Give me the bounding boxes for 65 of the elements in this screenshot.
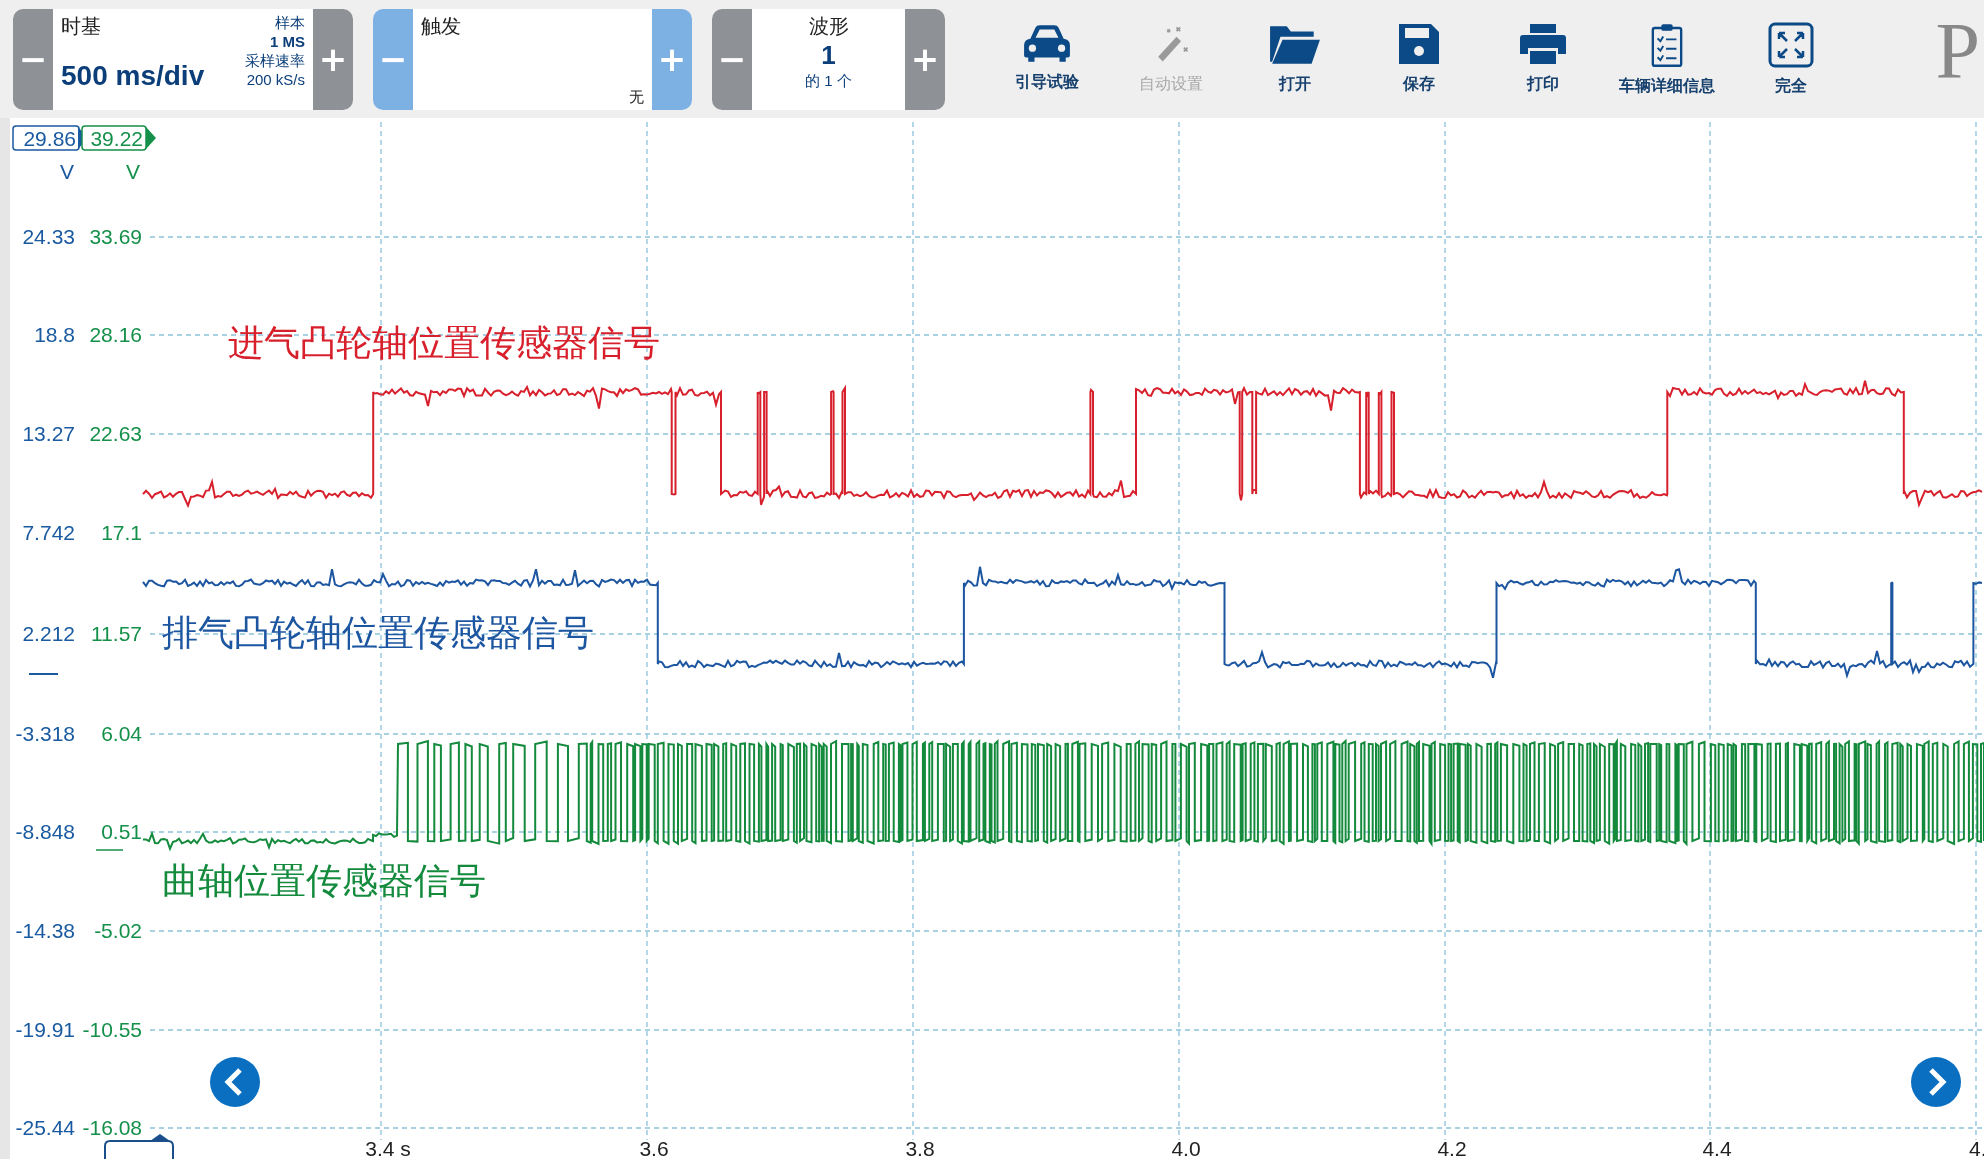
waveform-number: 1: [821, 39, 836, 71]
increase-button[interactable]: +: [313, 8, 353, 110]
axis-tick-label: 13.27: [22, 422, 75, 445]
toolbar-button[interactable]: 打印: [1481, 21, 1605, 97]
axis-tick-label: 17.1: [101, 521, 142, 544]
axis-tick-label: -5.02: [94, 919, 142, 942]
left-arrow-button[interactable]: [210, 1057, 260, 1107]
toolbar-button[interactable]: 保存: [1357, 21, 1481, 97]
time-tick-label: 4.0: [1171, 1137, 1201, 1159]
axis-tick-label: -25.44: [15, 1116, 75, 1139]
axis-tick-label: 24.33: [22, 225, 75, 248]
time-tick-label: 4.: [1969, 1137, 1984, 1159]
axis-tick-label: 11.57: [91, 622, 142, 645]
decrease-button[interactable]: −: [373, 8, 413, 110]
rate-value: 200 kS/s: [246, 69, 305, 89]
checklist-icon: [1650, 21, 1684, 68]
axis-tick-label: -14.38: [15, 919, 75, 942]
trace-label: 进气凸轮轴位置传感器信号: [228, 322, 660, 363]
toolbar-button[interactable]: 打开: [1233, 21, 1357, 97]
trace-label: 曲轴位置传感器信号: [162, 860, 486, 901]
axis-tick-label: 28.16: [89, 323, 142, 346]
time-tick-label: 4.2: [1437, 1137, 1467, 1159]
axis-tick-label: 0.51: [101, 820, 142, 843]
axis-unit: V: [126, 160, 140, 183]
axis-tick-label: 33.69: [89, 225, 142, 248]
axis-tick-label: -19.91: [15, 1018, 75, 1041]
time-tick-label: 3.8: [905, 1137, 935, 1159]
sample-label: 样本: [275, 12, 305, 32]
printer-icon: [1518, 21, 1568, 66]
decrease-button[interactable]: −: [13, 8, 53, 110]
axis-marker-value: 39.22: [81, 125, 156, 151]
offset-marker: [28, 673, 59, 675]
axis-tick-label: -10.55: [82, 1018, 142, 1041]
cursor-handle[interactable]: [104, 1134, 174, 1159]
waveform-count: 的 1 个: [805, 70, 852, 90]
offset-marker: [95, 849, 124, 851]
axis-tick-label: 7.742: [22, 521, 75, 544]
axis-tick-label: 18.8: [34, 323, 75, 346]
waveform-label: 波形: [808, 13, 849, 39]
logo: P: [1935, 6, 1980, 97]
trigger-value: 无: [629, 86, 644, 106]
toolbar-button[interactable]: 完全: [1729, 21, 1853, 97]
right-arrow-button[interactable]: [1911, 1057, 1961, 1107]
increase-button[interactable]: +: [652, 8, 692, 110]
toolbar-button[interactable]: 车辆详细信息: [1605, 21, 1729, 97]
toolbar-button[interactable]: 引导试验: [985, 21, 1109, 97]
trace-label: 排气凸轮轴位置传感器信号: [162, 612, 594, 653]
axis-tick-label: 2.212: [22, 622, 75, 645]
axis-tick-label: 22.63: [89, 422, 142, 445]
axis-tick-label: -8.848: [15, 820, 75, 843]
axis-unit: V: [60, 160, 74, 183]
trigger-label: 触发: [421, 13, 462, 39]
timebase-value: 500 ms/div: [61, 59, 205, 92]
rate-label: 采样速率: [245, 50, 305, 70]
axis-tick-label: -3.318: [15, 722, 75, 745]
increase-button[interactable]: +: [905, 8, 945, 110]
axis-tick-label: 6.04: [101, 722, 142, 745]
time-tick-label: 3.6: [639, 1137, 669, 1159]
fullscreen-icon: [1768, 21, 1814, 68]
time-tick-label: 3.4 s: [365, 1137, 411, 1159]
time-tick-label: 4.4: [1702, 1137, 1732, 1159]
decrease-button[interactable]: −: [712, 8, 752, 110]
sample-value: 1 MS: [270, 31, 305, 51]
axis-tick-label: -16.08: [82, 1116, 142, 1139]
timebase-label: 时基: [61, 13, 102, 39]
